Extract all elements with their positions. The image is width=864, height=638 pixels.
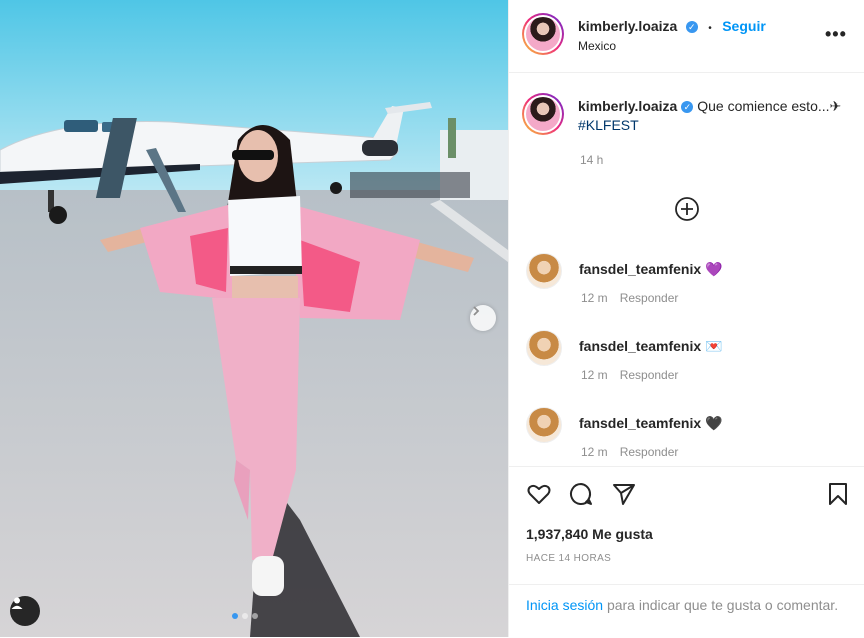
header-author-row: kimberly.loaiza ✓ • Seguir — [578, 18, 766, 36]
comment-meta: 12 m Responder — [581, 368, 690, 382]
comment-time[interactable]: 12 m — [581, 368, 608, 382]
reply-button[interactable]: Responder — [620, 368, 679, 382]
action-bar — [509, 466, 864, 519]
post-image — [0, 0, 508, 637]
carousel-dot — [252, 613, 258, 619]
comment-item: fansdel_teamfenix 💜 12 m Responder — [526, 253, 856, 313]
reply-button[interactable]: Responder — [620, 291, 679, 305]
comment-text: 💌 — [705, 338, 723, 354]
commenter-username[interactable]: fansdel_teamfenix — [579, 338, 701, 354]
commenter-avatar[interactable] — [526, 407, 562, 443]
more-options-icon[interactable]: ••• — [825, 24, 847, 45]
comment-text-row: fansdel_teamfenix 💌 — [579, 338, 723, 355]
author-username[interactable]: kimberly.loaiza — [578, 18, 677, 34]
comment-icon[interactable] — [568, 481, 594, 507]
commenter-avatar[interactable] — [526, 253, 562, 289]
carousel-dot — [232, 613, 238, 619]
caption-text: Que comience esto...✈ — [697, 98, 842, 114]
post-location[interactable]: Mexico — [578, 39, 616, 53]
comment-item: fansdel_teamfenix 💌 12 m Responder — [526, 330, 856, 390]
comment-text-row: fansdel_teamfenix 💜 — [579, 261, 723, 278]
comment-meta: 12 m Responder — [581, 445, 690, 459]
comments-section[interactable]: kimberly.loaiza ✓ Que comience esto...✈ #… — [509, 73, 864, 466]
commenter-username[interactable]: fansdel_teamfenix — [579, 415, 701, 431]
login-link[interactable]: Inicia sesión — [526, 597, 603, 613]
carousel-dot — [242, 613, 248, 619]
comment-time[interactable]: 12 m — [581, 291, 608, 305]
next-slide-button[interactable] — [470, 305, 496, 331]
reply-button[interactable]: Responder — [620, 445, 679, 459]
caption-author-username[interactable]: kimberly.loaiza — [578, 98, 677, 114]
login-prompt: Inicia sesión para indicar que te gusta … — [509, 584, 864, 638]
bookmark-icon[interactable] — [825, 481, 851, 507]
post-photo[interactable] — [0, 0, 508, 637]
author-avatar[interactable] — [522, 13, 564, 55]
post-time-ago[interactable]: HACE 14 HORAS — [526, 553, 611, 564]
verified-badge-icon: ✓ — [681, 101, 694, 114]
tagged-users-button[interactable] — [10, 596, 40, 626]
caption-author-avatar[interactable] — [522, 93, 564, 135]
post-header: kimberly.loaiza ✓ • Seguir Mexico ••• — [509, 0, 864, 73]
likes-count[interactable]: 1,937,840 Me gusta — [526, 526, 653, 542]
carousel-indicator — [232, 613, 258, 619]
dot-separator: • — [708, 23, 712, 34]
plus-circle-icon[interactable] — [674, 196, 700, 222]
caption-time: 14 h — [580, 153, 604, 167]
heart-icon[interactable] — [526, 481, 552, 507]
follow-button[interactable]: Seguir — [722, 18, 766, 34]
comment-text: 🖤 — [705, 415, 723, 431]
verified-badge-icon: ✓ — [685, 20, 698, 33]
instagram-post: kimberly.loaiza ✓ • Seguir Mexico ••• ki… — [0, 0, 864, 637]
user-tag-icon — [11, 597, 23, 609]
comment-text-row: fansdel_teamfenix 🖤 — [579, 415, 723, 432]
paper-plane-icon[interactable] — [611, 481, 637, 507]
login-prompt-rest: para indicar que te gusta o comentar. — [606, 597, 839, 613]
comment-time[interactable]: 12 m — [581, 445, 608, 459]
caption-hashtag[interactable]: #KLFEST — [578, 117, 639, 133]
comment-text: 💜 — [705, 261, 723, 277]
commenter-username[interactable]: fansdel_teamfenix — [579, 261, 701, 277]
comment-item: fansdel_teamfenix 🖤 12 m Responder — [526, 407, 856, 466]
caption-text-block: kimberly.loaiza ✓ Que comience esto...✈ #… — [578, 97, 853, 135]
commenter-avatar[interactable] — [526, 330, 562, 366]
chevron-right-icon — [473, 306, 480, 316]
comment-meta: 12 m Responder — [581, 291, 690, 305]
post-panel: kimberly.loaiza ✓ • Seguir Mexico ••• ki… — [508, 0, 864, 637]
login-prompt-text: Inicia sesión para indicar que te gusta … — [526, 595, 846, 615]
